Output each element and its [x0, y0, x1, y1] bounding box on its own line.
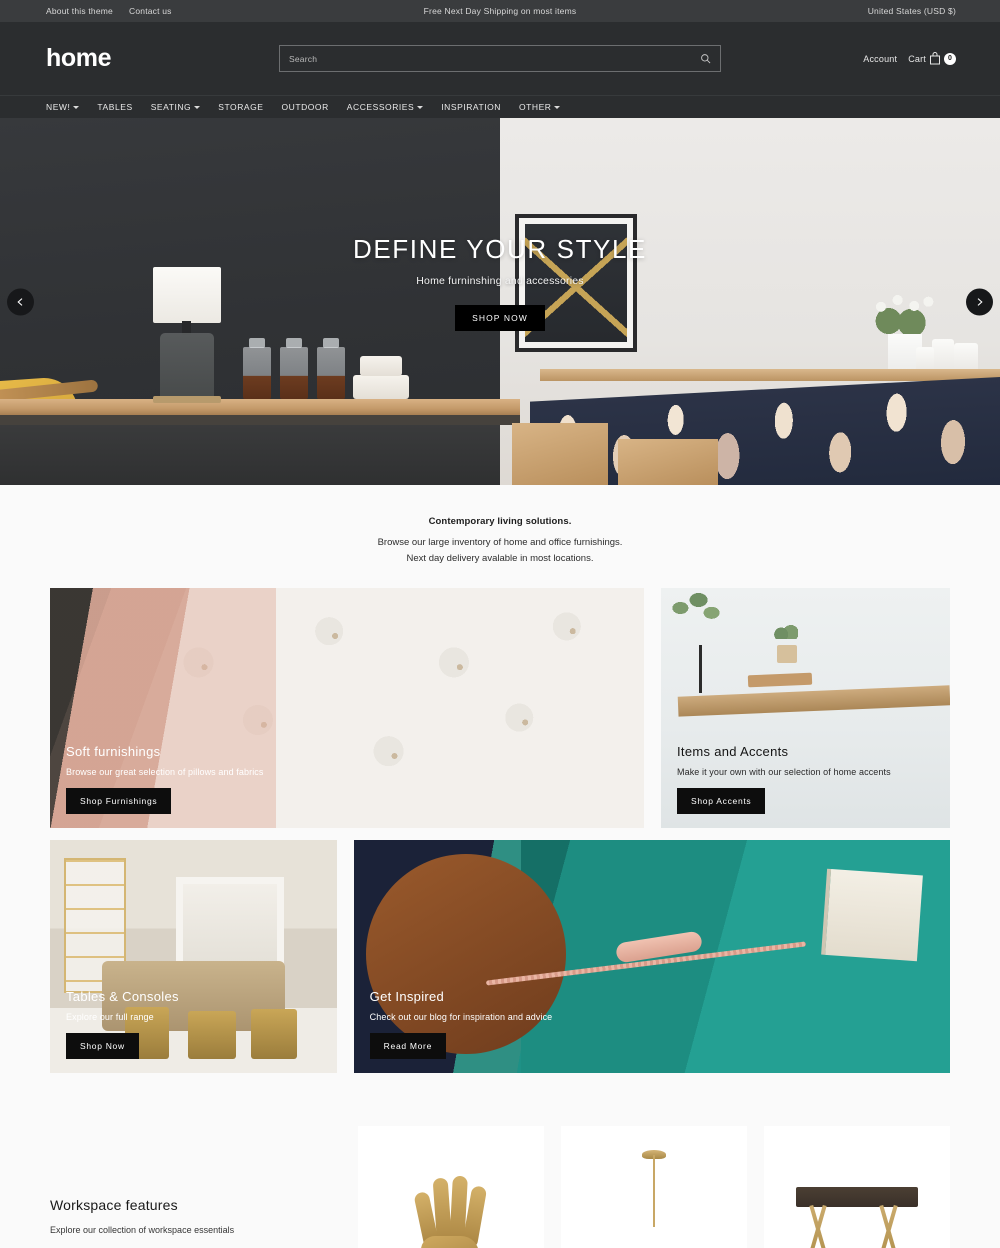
card-content: Items and Accents Make it your own with …	[677, 744, 891, 814]
shopping-bag-icon	[930, 52, 940, 65]
nav-label: ACCESSORIES	[346, 102, 415, 112]
chevron-down-icon	[417, 106, 424, 109]
collection-row-2: Tables & Consoles Explore our full range…	[50, 839, 950, 1073]
workspace-title: Workspace features	[50, 1196, 178, 1213]
intro-line-2: Next day delivery avalable in most locat…	[406, 552, 594, 564]
intro-heading: Contemporary living solutions.	[428, 516, 572, 527]
hero-carousel: DEFINE YOUR STYLE Home furninshing and a…	[0, 118, 1000, 485]
hero-content: DEFINE YOUR STYLE Home furninshing and a…	[0, 118, 1000, 485]
product-card-folding-desk[interactable]	[764, 1125, 950, 1248]
chevron-down-icon	[73, 106, 80, 109]
nav-item-inspiration[interactable]: INSPIRATION	[441, 102, 501, 112]
nav-label: OTHER	[518, 102, 552, 112]
card-content: Tables & Consoles Explore our full range…	[66, 989, 179, 1059]
palm	[421, 1236, 479, 1248]
account-link[interactable]: Account	[863, 54, 897, 64]
card-title: Soft furnishings	[66, 743, 161, 759]
site-logo[interactable]: home	[46, 44, 111, 73]
carousel-prev-button[interactable]	[7, 288, 34, 315]
collection-row-1: Soft furnishings Browse our great select…	[50, 587, 950, 828]
black-rod	[698, 645, 702, 694]
search-icon[interactable]	[700, 53, 711, 64]
pendant-rod	[653, 1155, 655, 1228]
card-title: Tables & Consoles	[66, 988, 179, 1004]
brass-side-table	[250, 1008, 297, 1059]
nav-item-storage[interactable]: STORAGE	[218, 102, 263, 112]
read-more-button[interactable]: Read More	[369, 1032, 447, 1059]
header-actions: Account Cart 0	[863, 52, 956, 65]
collection-card-soft-furnishings[interactable]: Soft furnishings Browse our great select…	[50, 587, 644, 828]
intro-line-1: Browse our large inventory of home and o…	[377, 537, 623, 548]
workspace-product-list	[358, 1125, 950, 1248]
tables-shop-now-button[interactable]: Shop Now	[66, 1032, 139, 1059]
card-description: Check out our blog for inspiration and a…	[369, 1011, 553, 1022]
region-selector[interactable]: United States (USD $)	[868, 6, 1000, 16]
collection-card-items-and-accents[interactable]: Items and Accents Make it your own with …	[661, 587, 950, 828]
brass-hand-sculpture-image	[413, 1170, 488, 1248]
nav-item-outdoor[interactable]: OUTDOOR	[281, 102, 328, 112]
chevron-down-icon	[194, 106, 201, 109]
hero-title: DEFINE YOUR STYLE	[352, 234, 647, 264]
nav-item-new[interactable]: NEW!	[46, 102, 80, 112]
cart-link[interactable]: Cart 0	[908, 52, 956, 65]
collection-card-get-inspired[interactable]: Get Inspired Check out our blog for insp…	[353, 839, 950, 1073]
workspace-section: Workspace features Explore our collectio…	[0, 1125, 1000, 1248]
search-input[interactable]	[289, 53, 700, 64]
card-content: Get Inspired Check out our blog for insp…	[369, 988, 553, 1059]
search-bar[interactable]	[279, 45, 721, 72]
hero-shop-now-button[interactable]: SHOP NOW	[455, 305, 545, 331]
nav-item-accessories[interactable]: ACCESSORIES	[346, 102, 424, 112]
desk-top	[795, 1186, 919, 1207]
nav-label: NEW!	[46, 102, 71, 112]
cart-label: Cart	[908, 53, 926, 64]
card-title: Items and Accents	[677, 743, 789, 759]
foliage	[669, 592, 722, 633]
nav-label: SEATING	[150, 102, 192, 112]
brass-side-table	[187, 1010, 236, 1059]
announcement-links: About this theme Contact us	[0, 6, 172, 16]
collection-card-tables-and-consoles[interactable]: Tables & Consoles Explore our full range…	[50, 839, 337, 1073]
announcement-bar: About this theme Contact us Free Next Da…	[0, 0, 1000, 22]
carousel-next-button[interactable]	[966, 288, 993, 315]
cart-count-badge: 0	[944, 52, 956, 65]
notepad	[821, 868, 924, 962]
nav-item-seating[interactable]: SEATING	[151, 102, 201, 112]
collection-grid: Soft furnishings Browse our great select…	[0, 587, 1000, 1073]
card-description: Explore our full range	[66, 1011, 154, 1022]
wood-plank	[678, 685, 950, 717]
succulent-plant	[773, 623, 798, 639]
product-card-brass-hand-sculpture[interactable]	[358, 1125, 544, 1248]
nav-item-tables[interactable]: TABLES	[97, 102, 132, 112]
main-navigation: NEW! TABLES SEATING STORAGE OUTDOOR ACCE…	[0, 95, 1000, 118]
chevron-down-icon	[554, 106, 561, 109]
contact-us-link[interactable]: Contact us	[129, 6, 172, 16]
site-header: home Account Cart 0	[0, 22, 1000, 95]
about-this-theme-link[interactable]: About this theme	[46, 6, 113, 16]
workspace-description: Explore our collection of workspace esse…	[50, 1224, 235, 1235]
nav-item-other[interactable]: OTHER	[519, 102, 561, 112]
plant-pot	[776, 645, 797, 664]
nav-label: STORAGE	[218, 102, 264, 112]
card-description: Make it your own with our selection of h…	[677, 766, 891, 777]
wood-tray	[747, 672, 812, 688]
card-title: Get Inspired	[369, 988, 445, 1004]
card-content: Soft furnishings Browse our great select…	[66, 744, 264, 814]
nav-label: OUTDOOR	[281, 102, 329, 112]
hero-subtitle: Home furninshing and accessories	[416, 275, 584, 287]
workspace-text-block: Workspace features Explore our collectio…	[50, 1126, 345, 1248]
product-card-pendant-light[interactable]	[561, 1125, 747, 1248]
intro-section: Contemporary living solutions. Browse ou…	[0, 485, 1000, 588]
nav-label: TABLES	[97, 102, 133, 112]
chevron-right-icon	[977, 297, 983, 306]
shop-accents-button[interactable]: Shop Accents	[677, 787, 766, 814]
shop-furnishings-button[interactable]: Shop Furnishings	[66, 787, 172, 814]
card-description: Browse our great selection of pillows an…	[66, 766, 264, 777]
nav-label: INSPIRATION	[441, 102, 501, 112]
chevron-left-icon	[17, 297, 23, 306]
